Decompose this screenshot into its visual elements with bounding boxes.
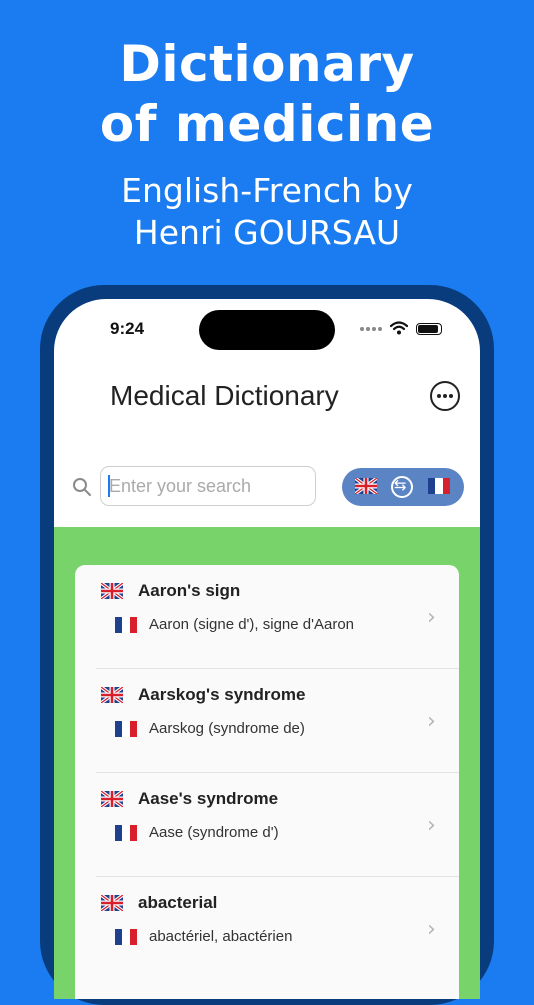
results-list: Aaron's sign Aaron (signe d'), signe d'A… xyxy=(75,565,459,999)
promo-subtitle-line1: English-French by xyxy=(121,171,413,210)
page-title: Medical Dictionary xyxy=(110,380,339,411)
chevron-right-icon: › xyxy=(427,917,436,942)
uk-flag-icon xyxy=(101,791,123,807)
promo-title: Dictionary of medicine xyxy=(0,34,534,154)
france-flag-icon xyxy=(115,929,137,945)
results-area: Aaron's sign Aaron (signe d'), signe d'A… xyxy=(54,527,480,999)
france-flag-icon[interactable] xyxy=(428,478,450,494)
english-term: Aase's syndrome xyxy=(138,789,279,808)
france-flag-icon xyxy=(115,825,137,841)
uk-flag-icon xyxy=(101,895,123,911)
france-flag-icon xyxy=(115,617,137,633)
french-term: abactériel, abactérien xyxy=(149,928,293,945)
uk-flag-icon xyxy=(101,687,123,703)
text-cursor xyxy=(108,475,110,497)
list-item[interactable]: Aaron's sign Aaron (signe d'), signe d'A… xyxy=(75,565,459,669)
chevron-right-icon: › xyxy=(427,709,436,734)
french-term: Aase (syndrome d') xyxy=(149,824,279,841)
search-input[interactable] xyxy=(100,466,316,506)
promo-title-line2: of medicine xyxy=(99,95,435,153)
ellipsis-circle-icon[interactable] xyxy=(430,381,460,411)
promo-subtitle-line2: Henri GOURSAU xyxy=(133,213,401,252)
battery-icon xyxy=(416,323,442,335)
dynamic-island xyxy=(199,310,335,350)
chevron-right-icon: › xyxy=(427,605,436,630)
language-toggle[interactable] xyxy=(342,468,464,506)
search-icon xyxy=(73,478,91,496)
english-term: abacterial xyxy=(138,893,218,912)
french-term: Aaron (signe d'), signe d'Aaron xyxy=(149,616,355,633)
list-item[interactable]: abacterial abactériel, abactérien › xyxy=(75,877,459,981)
chevron-right-icon: › xyxy=(427,813,436,838)
uk-flag-icon[interactable] xyxy=(355,478,377,494)
france-flag-icon xyxy=(115,721,137,737)
wifi-icon xyxy=(390,321,408,335)
promo-title-line1: Dictionary xyxy=(119,35,415,93)
swap-icon[interactable] xyxy=(391,476,413,498)
app-screen: 9:24 Medical Dictionary Aaron's s xyxy=(54,299,480,999)
list-item[interactable]: Aarskog's syndrome Aarskog (syndrome de)… xyxy=(75,669,459,773)
list-item[interactable]: Aase's syndrome Aase (syndrome d') › xyxy=(75,773,459,877)
french-term: Aarskog (syndrome de) xyxy=(149,720,305,737)
english-term: Aaron's sign xyxy=(138,581,241,600)
signal-dots-icon xyxy=(360,327,382,331)
promo-subtitle: English-French by Henri GOURSAU xyxy=(0,170,534,254)
status-time: 9:24 xyxy=(110,319,145,338)
english-term: Aarskog's syndrome xyxy=(138,685,306,704)
uk-flag-icon xyxy=(101,583,123,599)
